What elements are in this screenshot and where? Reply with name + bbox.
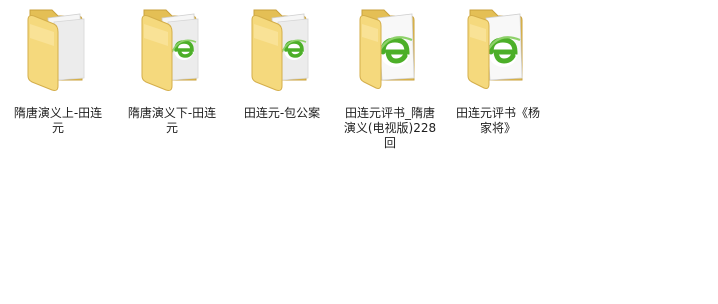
folder-label: 田连元评书_隋唐 演义(电视版)228 回	[343, 106, 437, 150]
folder-icon	[141, 9, 199, 91]
folder-icon	[359, 9, 415, 89]
folder-label: 隋唐演义上-田连 元	[13, 106, 103, 135]
folder-label: 田连元-包公案	[243, 106, 321, 120]
folder-label: 田连元评书《杨 家将》	[455, 106, 540, 135]
folder-label: 隋唐演义下-田连 元	[127, 106, 217, 135]
folder-item[interactable]: 田连元-包公案	[231, 6, 333, 121]
folder-item[interactable]: 田连元评书_隋唐 演义(电视版)228 回	[339, 6, 441, 151]
folder-icon	[251, 9, 309, 91]
folder-item[interactable]: 田连元评书《杨 家将》	[447, 6, 549, 136]
folder-icon	[27, 9, 85, 91]
folder-item[interactable]: 隋唐演义上-田连 元	[7, 6, 109, 136]
file-list-view[interactable]: 隋唐演义上-田连 元 隋唐演义下-田连 元 田连元-包公案 田连元评书_隋唐 演…	[0, 0, 718, 304]
folder-icon	[467, 9, 523, 89]
folder-item[interactable]: 隋唐演义下-田连 元	[121, 6, 223, 136]
